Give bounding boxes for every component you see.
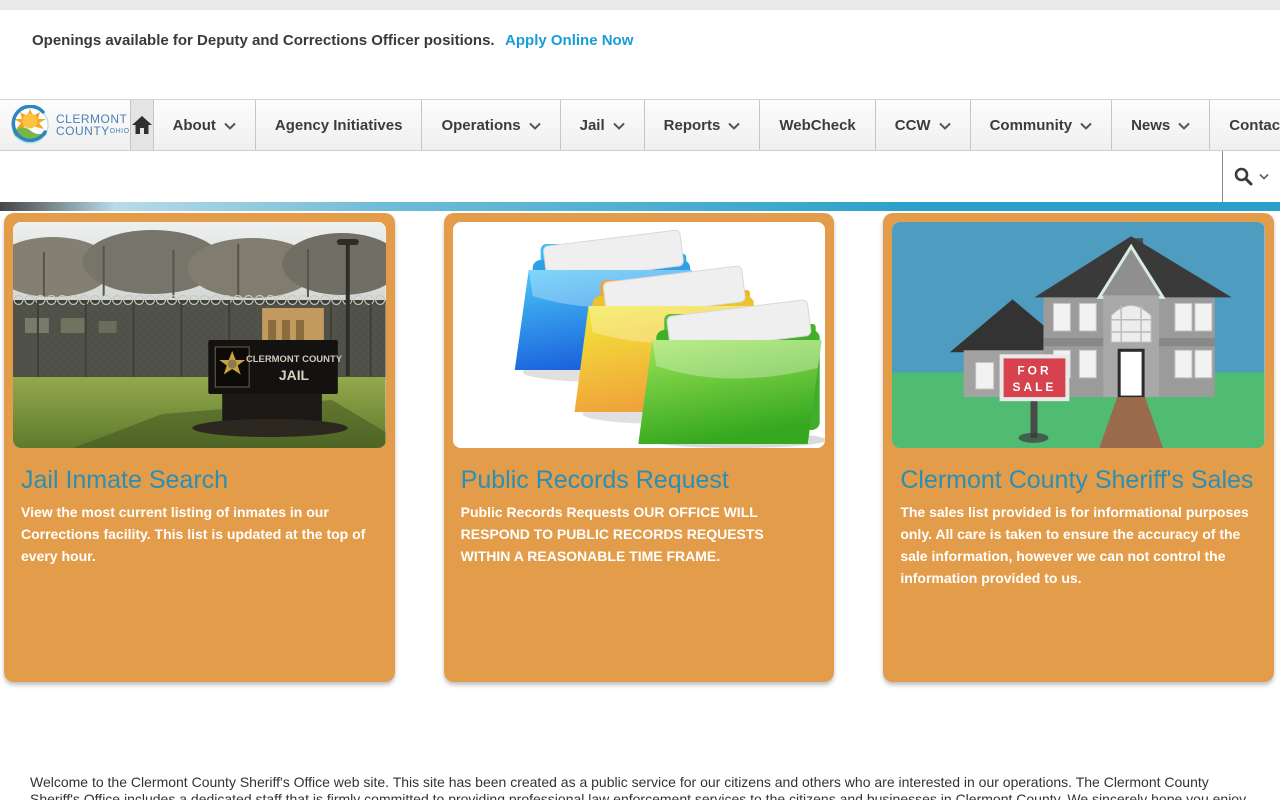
green-folder xyxy=(638,299,825,448)
card-description: Public Records Requests OUR OFFICE WILL … xyxy=(461,501,818,567)
site-logo[interactable]: CLERMONT COUNTYOHIO xyxy=(0,100,131,150)
accent-divider-bar xyxy=(0,202,1280,211)
card-jail-inmate-search[interactable]: CLERMONT COUNTY JAIL Jail Inmate Search … xyxy=(4,213,395,682)
jail-photo-illustration: CLERMONT COUNTY JAIL xyxy=(13,222,386,448)
welcome-paragraph: Welcome to the Clermont County Sheriff's… xyxy=(30,774,1250,800)
chevron-down-icon xyxy=(1178,122,1190,130)
logo-suffix: OHIO xyxy=(110,128,130,135)
announcement-bar: Openings available for Deputy and Correc… xyxy=(0,10,1280,99)
apply-online-link[interactable]: Apply Online Now xyxy=(505,32,633,49)
file-folders-image xyxy=(453,222,826,448)
razor-wire xyxy=(13,294,386,305)
card-title[interactable]: Jail Inmate Search xyxy=(21,466,378,495)
house-for-sale-illustration: FOR SALE xyxy=(892,222,1265,448)
jail-facility-photo: CLERMONT COUNTY JAIL xyxy=(13,222,386,448)
nav-home-button[interactable] xyxy=(131,100,154,150)
nav-item-webcheck[interactable]: WebCheck xyxy=(760,100,875,150)
sale-sign-line1: FOR xyxy=(1018,364,1052,378)
top-strip xyxy=(0,0,1280,10)
search-toggle-button[interactable] xyxy=(1222,151,1280,202)
nav-label: Jail xyxy=(580,117,605,134)
nav-label: About xyxy=(173,117,216,134)
home-icon xyxy=(131,115,153,135)
card-title[interactable]: Public Records Request xyxy=(461,466,818,495)
card-description: The sales list provided is for informati… xyxy=(900,501,1257,589)
card-title[interactable]: Clermont County Sheriff's Sales xyxy=(900,466,1257,495)
chevron-down-icon xyxy=(728,122,740,130)
nav-item-operations[interactable]: Operations xyxy=(422,100,560,150)
search-bar-row xyxy=(0,151,1280,202)
card-public-records-request[interactable]: Public Records Request Public Records Re… xyxy=(444,213,835,682)
nav-item-community[interactable]: Community xyxy=(971,100,1113,150)
nav-label: Agency Initiatives xyxy=(275,117,403,134)
nav-item-reports[interactable]: Reports xyxy=(645,100,761,150)
chevron-down-icon xyxy=(1080,122,1092,130)
nav-label: WebCheck xyxy=(779,117,855,134)
main-navigation: CLERMONT COUNTYOHIO About Agency Initiat… xyxy=(0,99,1280,151)
nav-item-agency-initiatives[interactable]: Agency Initiatives xyxy=(256,100,423,150)
jail-sign-line1: CLERMONT COUNTY xyxy=(246,354,343,365)
nav-label: News xyxy=(1131,117,1170,134)
chevron-down-icon xyxy=(224,122,236,130)
jail-entrance-sign: CLERMONT COUNTY JAIL xyxy=(192,340,347,437)
arched-window xyxy=(1112,305,1152,342)
nav-item-about[interactable]: About xyxy=(154,100,256,150)
logo-line2: COUNTYOHIO xyxy=(56,125,130,138)
nav-label: Contact xyxy=(1229,117,1280,134)
jail-sign-line2: JAIL xyxy=(279,367,310,383)
nav-item-news[interactable]: News xyxy=(1112,100,1210,150)
search-icon xyxy=(1234,167,1253,186)
sale-sign-line2: SALE xyxy=(1013,380,1057,394)
chevron-down-icon xyxy=(613,122,625,130)
chevron-down-icon xyxy=(529,122,541,130)
nav-label: Reports xyxy=(664,117,721,134)
nav-label: Operations xyxy=(441,117,520,134)
house-for-sale-image: FOR SALE xyxy=(892,222,1265,448)
card-description: View the most current listing of inmates… xyxy=(21,501,378,567)
chevron-down-icon xyxy=(1259,173,1269,180)
folders-illustration xyxy=(453,222,826,448)
nav-label: CCW xyxy=(895,117,931,134)
chevron-down-icon xyxy=(939,122,951,130)
nav-label: Community xyxy=(990,117,1073,134)
nav-item-ccw[interactable]: CCW xyxy=(876,100,971,150)
feature-cards: CLERMONT COUNTY JAIL Jail Inmate Search … xyxy=(4,213,1274,682)
card-sheriff-sales[interactable]: FOR SALE Clermont County Sheriff's Sales… xyxy=(883,213,1274,682)
clermont-county-logo-icon xyxy=(10,105,50,145)
front-door xyxy=(1120,350,1144,397)
announcement-text: Openings available for Deputy and Correc… xyxy=(32,32,495,49)
nav-item-jail[interactable]: Jail xyxy=(561,100,645,150)
logo-wordmark: CLERMONT COUNTYOHIO xyxy=(56,113,130,138)
nav-item-contact[interactable]: Contact xyxy=(1210,100,1280,150)
